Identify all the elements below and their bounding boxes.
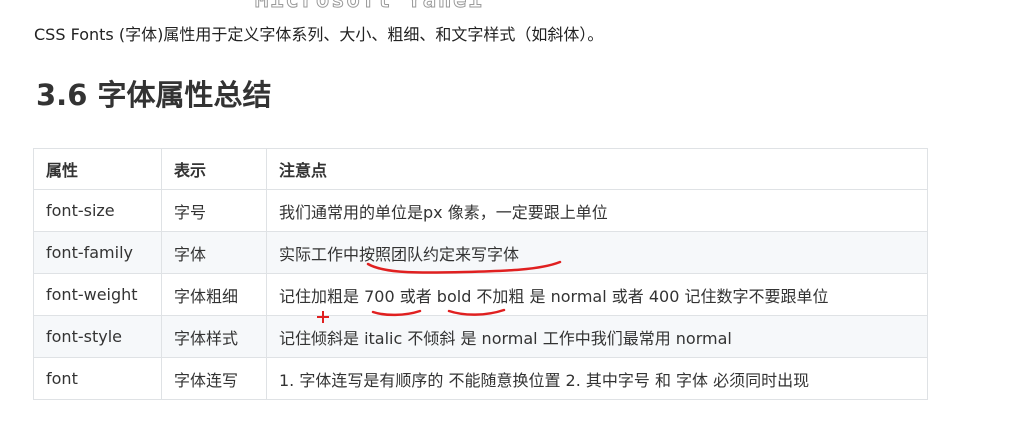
table-row: font-style 字体样式 记住倾斜是 italic 不倾斜 是 norma… bbox=[33, 315, 928, 358]
cell-meaning: 字号 bbox=[161, 189, 267, 232]
header-meaning: 表示 bbox=[161, 148, 267, 190]
table-row: font 字体连写 1. 字体连写是有顺序的 不能随意换位置 2. 其中字号 和… bbox=[33, 357, 928, 400]
header-property: 属性 bbox=[33, 148, 162, 190]
cell-property: font-weight bbox=[33, 273, 162, 316]
cell-note: 记住加粗是 700 或者 bold 不加粗 是 normal 或者 400 记住… bbox=[266, 273, 928, 316]
section-heading: 3.6 字体属性总结 bbox=[36, 78, 272, 112]
cell-note: 记住倾斜是 italic 不倾斜 是 normal 工作中我们最常用 norma… bbox=[266, 315, 928, 358]
cell-meaning: 字体连写 bbox=[161, 357, 267, 400]
page-edge bbox=[1002, 0, 1014, 446]
clipped-top-text: Microsoft Yahei bbox=[255, 0, 484, 14]
cell-property: font-family bbox=[33, 231, 162, 274]
cell-property: font bbox=[33, 357, 162, 400]
table-row: font-family 字体 实际工作中按照团队约定来写字体 bbox=[33, 231, 928, 274]
cell-property: font-size bbox=[33, 189, 162, 232]
font-properties-table: 属性 表示 注意点 font-size 字号 我们通常用的单位是px 像素，一定… bbox=[33, 148, 928, 400]
cell-note: 实际工作中按照团队约定来写字体 bbox=[266, 231, 928, 274]
cell-note: 1. 字体连写是有顺序的 不能随意换位置 2. 其中字号 和 字体 必须同时出现 bbox=[266, 357, 928, 400]
table-row: font-weight 字体粗细 记住加粗是 700 或者 bold 不加粗 是… bbox=[33, 273, 928, 316]
intro-paragraph: CSS Fonts (字体)属性用于定义字体系列、大小、粗细、和文字样式（如斜体… bbox=[34, 25, 604, 44]
cell-property: font-style bbox=[33, 315, 162, 358]
cell-note: 我们通常用的单位是px 像素，一定要跟上单位 bbox=[266, 189, 928, 232]
cell-meaning: 字体粗细 bbox=[161, 273, 267, 316]
table-row: font-size 字号 我们通常用的单位是px 像素，一定要跟上单位 bbox=[33, 189, 928, 232]
header-notes: 注意点 bbox=[266, 148, 928, 190]
cell-meaning: 字体样式 bbox=[161, 315, 267, 358]
table-header-row: 属性 表示 注意点 bbox=[33, 148, 928, 190]
cell-meaning: 字体 bbox=[161, 231, 267, 274]
